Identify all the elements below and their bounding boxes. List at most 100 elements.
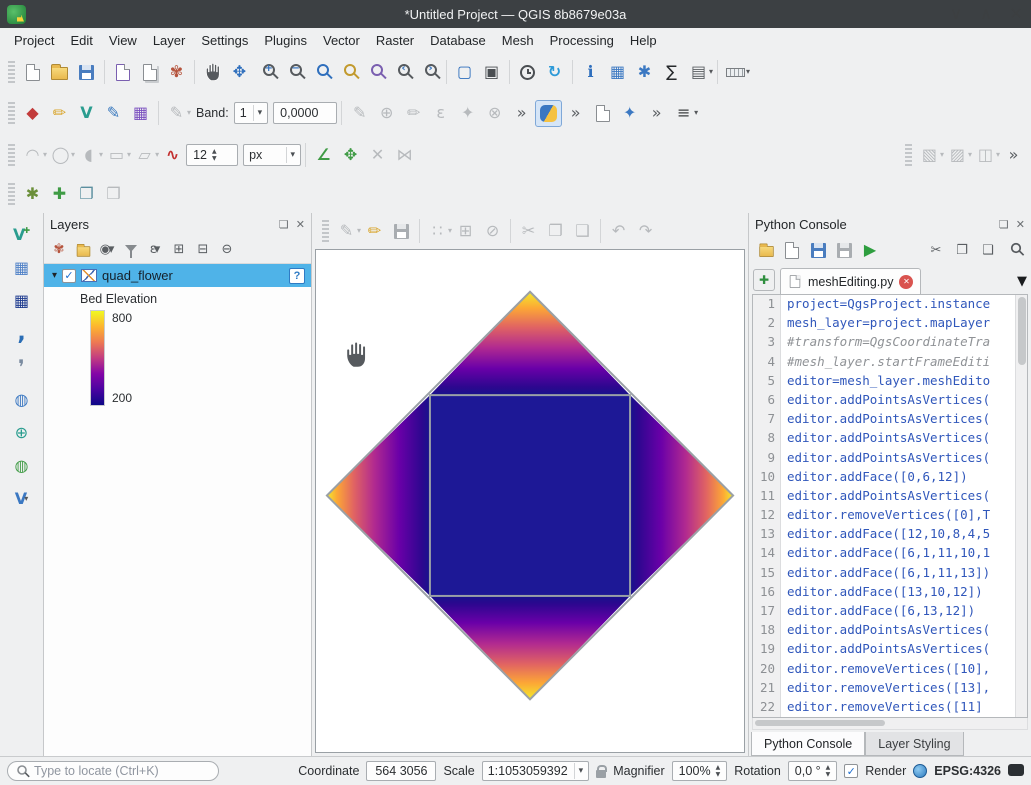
band-combobox[interactable]: 1: [234, 102, 268, 124]
code-line[interactable]: editor.removeVertices([0],T: [787, 507, 1015, 526]
add-wcs-layer-button[interactable]: [8, 454, 36, 478]
menu-project[interactable]: Project: [6, 30, 62, 51]
menu-database[interactable]: Database: [422, 30, 494, 51]
code-line[interactable]: editor.addPointsAsVertices(: [787, 641, 1015, 660]
code-line[interactable]: editor.addPointsAsVertices(: [787, 392, 1015, 411]
crs-label[interactable]: EPSG:4326: [934, 764, 1001, 778]
zoom-to-selection-button[interactable]: [334, 59, 361, 86]
code-line[interactable]: editor.addFace([0,6,12]): [787, 469, 1015, 488]
new-print-layout-button[interactable]: [109, 59, 136, 86]
label-tool-button[interactable]: [916, 142, 943, 169]
add-delimited-text-button[interactable]: [8, 322, 36, 346]
menu-help[interactable]: Help: [622, 30, 665, 51]
digitize-pencil-button[interactable]: [163, 100, 190, 127]
processing-star-button[interactable]: [616, 100, 643, 127]
advanced-digitize-move-button[interactable]: [337, 142, 364, 169]
close-tab-button[interactable]: [899, 275, 913, 289]
mesh-vertex-button[interactable]: [73, 100, 100, 127]
paste-features-button[interactable]: [569, 218, 596, 245]
cut-button[interactable]: [924, 238, 948, 262]
horizontal-scrollbar[interactable]: [752, 718, 1028, 730]
scale-combobox[interactable]: 1:1053059392: [482, 761, 589, 781]
toolbar-overflow-button[interactable]: [1000, 142, 1027, 169]
temporal-controller-button[interactable]: [514, 59, 541, 86]
data-source-manager-button[interactable]: [685, 59, 712, 86]
code-line[interactable]: editor=mesh_layer.meshEdito: [787, 373, 1015, 392]
scrollbar-thumb[interactable]: [1018, 297, 1026, 365]
toolbar-overflow-button[interactable]: [643, 100, 670, 127]
dropdown-caret-icon[interactable]: [709, 68, 713, 76]
zoom-out-button[interactable]: −: [280, 59, 307, 86]
locate-search-box[interactable]: [7, 761, 219, 781]
diagram-tool-button[interactable]: [944, 142, 971, 169]
merge-layer-button[interactable]: [100, 181, 127, 208]
code-line[interactable]: editor.addPointsAsVertices(: [787, 411, 1015, 430]
circle-2points-button[interactable]: [19, 142, 46, 169]
toolbar-menu-button[interactable]: [670, 100, 697, 127]
layer-row-quad-flower[interactable]: ✓ quad_flower ?: [44, 264, 311, 287]
code-line[interactable]: #transform=QgsCoordinateTra: [787, 334, 1015, 353]
add-wfs-layer-button[interactable]: [8, 421, 36, 445]
add-vector-layer-button[interactable]: [8, 223, 36, 247]
vertical-scrollbar[interactable]: [1015, 295, 1027, 717]
open-script-button[interactable]: [754, 238, 778, 262]
zoom-in-button[interactable]: +: [253, 59, 280, 86]
menu-processing[interactable]: Processing: [542, 30, 622, 51]
code-line[interactable]: editor.removeVertices([13],: [787, 680, 1015, 699]
save-edits-button[interactable]: [388, 218, 415, 245]
coordinate-box[interactable]: 564 3056: [366, 761, 436, 781]
advanced-digitize-angle-button[interactable]: [310, 142, 337, 169]
dropdown-caret-icon[interactable]: [694, 109, 698, 117]
manage-map-themes-button[interactable]: [96, 239, 118, 261]
mesh-table-button[interactable]: [127, 100, 154, 127]
add-spatialite-layer-button[interactable]: [8, 355, 36, 379]
join-tool-button[interactable]: [391, 142, 418, 169]
add-annotation-button[interactable]: [46, 181, 73, 208]
spin-arrows[interactable]: [826, 765, 831, 778]
show-layout-manager-button[interactable]: [136, 59, 163, 86]
add-mesh-layer-button[interactable]: [8, 289, 36, 313]
toggle-editing-button[interactable]: [361, 218, 388, 245]
stream-digitize-button[interactable]: [481, 100, 508, 127]
code-line[interactable]: editor.addPointsAsVertices(: [787, 450, 1015, 469]
style-manager-button[interactable]: [163, 59, 190, 86]
duplicate-layer-button[interactable]: [73, 181, 100, 208]
cancel-tool-button[interactable]: [364, 142, 391, 169]
new-project-button[interactable]: [19, 59, 46, 86]
python-console-button[interactable]: [535, 100, 562, 127]
expression-digitize-button[interactable]: [427, 100, 454, 127]
render-checkbox[interactable]: ✓: [844, 764, 858, 778]
filter-by-expression-button[interactable]: [144, 239, 166, 261]
digitize-curve-button[interactable]: [400, 100, 427, 127]
force-digitize-button[interactable]: [346, 100, 373, 127]
rectangle-button[interactable]: [103, 142, 130, 169]
save-script-button[interactable]: [806, 238, 830, 262]
close-panel-icon[interactable]: [296, 219, 305, 230]
menu-plugins[interactable]: Plugins: [256, 30, 315, 51]
code-line[interactable]: editor.addFace([6,1,11,13]): [787, 565, 1015, 584]
annotation-tool-button[interactable]: [972, 142, 999, 169]
layer-indicator-badge[interactable]: ?: [289, 268, 305, 284]
close-panel-icon[interactable]: [1016, 219, 1025, 230]
current-edits-button[interactable]: [333, 218, 360, 245]
map-canvas[interactable]: [315, 249, 745, 753]
redo-button[interactable]: [632, 218, 659, 245]
mesh-reindex-button[interactable]: [46, 100, 73, 127]
cut-features-button[interactable]: [515, 218, 542, 245]
pan-map-button[interactable]: [199, 59, 226, 86]
zoom-next-button[interactable]: ›: [415, 59, 442, 86]
refresh-map-button[interactable]: [541, 59, 568, 86]
find-text-button[interactable]: [1002, 238, 1026, 262]
measure-line-button[interactable]: [722, 59, 749, 86]
filter-legend-button[interactable]: [120, 239, 142, 261]
open-layer-styling-button[interactable]: [48, 239, 70, 261]
messages-icon[interactable]: [1008, 764, 1024, 776]
save-script-as-button[interactable]: [832, 238, 856, 262]
vertex-tool-button[interactable]: [424, 218, 451, 245]
new-editor-button[interactable]: [780, 238, 804, 262]
code-line[interactable]: editor.addPointsAsVertices(: [787, 488, 1015, 507]
copy-button[interactable]: [950, 238, 974, 262]
code-line[interactable]: editor.addPointsAsVertices(: [787, 622, 1015, 641]
toolbar-drag-handle[interactable]: [8, 61, 15, 83]
code-line[interactable]: editor.addPointsAsVertices(: [787, 430, 1015, 449]
